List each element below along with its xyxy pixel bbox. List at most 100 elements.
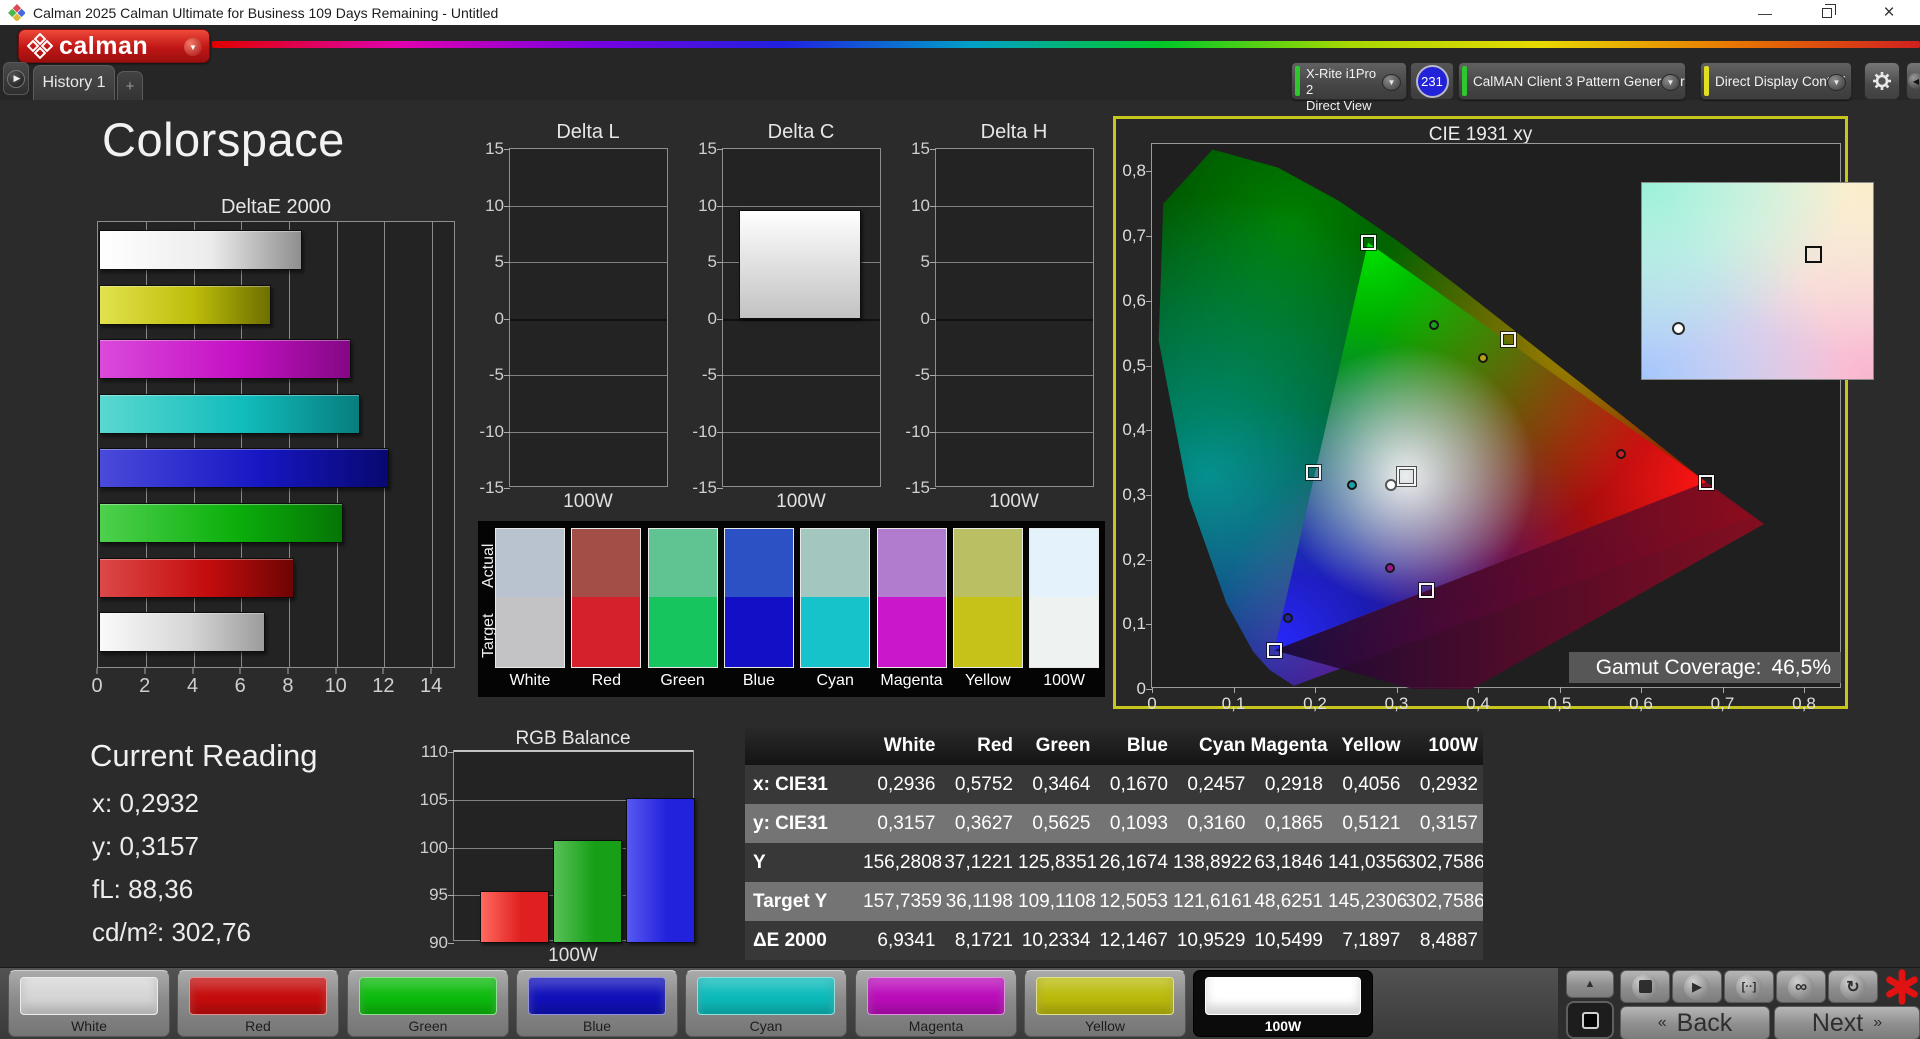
table-cell: 0,3464 xyxy=(1032,773,1091,795)
display-control-dropdown[interactable]: Direct Display Control ▼ xyxy=(1700,62,1852,100)
deltae-bar-green xyxy=(99,503,344,543)
delta-c-title: Delta C xyxy=(767,121,835,143)
table-col-green: Green xyxy=(1035,735,1091,756)
tick-mark xyxy=(1559,687,1561,693)
close-button[interactable]: × xyxy=(1858,0,1920,25)
cie-chart-plot: 0 0,1 0,2 0,3 0,4 0,5 0,6 0,7 0,8 0,8 0,7 0,6 0,5 0,4… xyxy=(1122,143,1874,713)
table-row: y: CIE31 0,3157 0,3627 0,5625 0,1093 0,3160 0,… xyxy=(745,804,1483,843)
add-tab-button[interactable]: + xyxy=(117,71,143,100)
inset-target-marker xyxy=(1805,246,1822,263)
pattern-button-magenta[interactable]: Magenta xyxy=(855,970,1017,1037)
gridline xyxy=(723,205,880,207)
table-cell: 0,3157 xyxy=(877,812,936,834)
rgb-bar-blue xyxy=(626,797,695,943)
reading-y: y: 0,3157 xyxy=(92,831,199,861)
pattern-generator-dropdown[interactable]: CalMAN Client 3 Pattern Generator ▼ xyxy=(1458,62,1686,100)
tab-overflow-button[interactable]: ▶ xyxy=(3,62,29,95)
delta-c-plot: 15 10 5 0 -5 -10 -15 xyxy=(692,139,881,497)
target-marker-yellow xyxy=(1500,331,1516,347)
table-row: x: CIE31 0,2936 0,5752 0,3464 0,1670 0,2457 0,… xyxy=(745,765,1483,804)
axis-tick-label: 10 xyxy=(698,195,717,215)
settings-button[interactable] xyxy=(1864,62,1900,100)
page-title: Colorspace xyxy=(102,113,345,166)
tick-mark xyxy=(1146,300,1152,302)
axis-tick-label: 5 xyxy=(920,252,930,271)
step-button[interactable]: [··] xyxy=(1724,970,1774,1003)
axis-tick-label: 0,1 xyxy=(1221,694,1246,713)
refresh-button[interactable]: ↻ xyxy=(1828,970,1878,1003)
calman-menu-button[interactable]: calman ▼ xyxy=(18,29,210,63)
tick-mark xyxy=(448,847,454,849)
loop-button[interactable]: ∞ xyxy=(1776,970,1826,1003)
delta-bar-100w xyxy=(739,210,861,319)
swatch-column-green: Green xyxy=(647,528,718,690)
table-cell: 36,1198 xyxy=(945,890,1013,912)
display-window-button[interactable] xyxy=(1566,1001,1614,1039)
tab-history-1[interactable]: History 1 xyxy=(33,65,115,100)
axis-tick-label: -15 xyxy=(692,478,717,497)
gridline xyxy=(510,262,667,263)
restore-button[interactable] xyxy=(1796,0,1858,25)
actual-swatch xyxy=(952,528,1023,597)
gridline xyxy=(288,222,290,667)
calman-app-window: Calman 2025 Calman Ultimate for Business… xyxy=(0,0,1920,1039)
tick-mark xyxy=(717,205,723,207)
pattern-generator-status-indicator xyxy=(1462,66,1467,96)
axis-tick-label: -5 xyxy=(914,365,930,384)
target-marker-magenta xyxy=(1419,583,1435,599)
pattern-button-cyan[interactable]: Cyan xyxy=(685,970,847,1037)
tick-mark xyxy=(504,205,510,207)
axis-tick-label: 0,5 xyxy=(1122,355,1146,375)
meter-count-button[interactable]: 231 xyxy=(1410,62,1454,100)
pattern-button-green[interactable]: Green xyxy=(347,970,509,1037)
minimize-button[interactable]: — xyxy=(1734,0,1796,25)
axis-tick-label: 0,8 xyxy=(1122,161,1146,181)
pattern-button-red[interactable]: Red xyxy=(177,970,339,1037)
inset-measured-point xyxy=(1672,322,1685,335)
table-col-red: Red xyxy=(977,735,1013,756)
table-cell: 10,5499 xyxy=(1254,929,1323,951)
pattern-button-label: Yellow xyxy=(1085,1018,1125,1034)
target-marker-red xyxy=(1698,474,1714,490)
meter-status-indicator xyxy=(1295,66,1300,96)
collapse-toolbar-button[interactable]: ◀ xyxy=(1906,62,1920,100)
axis-tick-label: 0,2 xyxy=(1303,694,1327,713)
tick-mark xyxy=(504,488,510,489)
table-cell: 0,1865 xyxy=(1264,812,1323,834)
tick-mark xyxy=(1804,687,1805,693)
target-swatch xyxy=(876,597,947,668)
axis-tick-label: 0,3 xyxy=(1122,484,1146,504)
play-button[interactable]: ▶ xyxy=(1672,970,1722,1003)
stop-button[interactable] xyxy=(1620,970,1670,1003)
axis-tick-label: 105 xyxy=(419,789,448,809)
tick-mark xyxy=(504,262,510,263)
tick-mark xyxy=(930,205,936,207)
tick-mark xyxy=(717,488,723,489)
meter-device-dropdown[interactable]: X-Rite i1Pro 2 Direct View ▼ xyxy=(1291,62,1407,113)
calman-logo-text: calman xyxy=(59,31,149,60)
tick-mark xyxy=(1722,687,1724,693)
expand-panel-button[interactable]: ▲ xyxy=(1566,970,1614,998)
next-button[interactable]: Next » xyxy=(1774,1006,1920,1039)
back-button[interactable]: « Back xyxy=(1620,1006,1770,1039)
target-swatch xyxy=(571,597,642,668)
pattern-button-white[interactable]: White xyxy=(8,970,170,1037)
table-row: ΔE 2000 6,9341 8,1721 10,2334 12,1467 10,9529… xyxy=(745,921,1483,960)
pattern-button-blue[interactable]: Blue xyxy=(516,970,678,1037)
deltae-bar-100w xyxy=(99,230,302,270)
axis-tick-label: 15 xyxy=(911,139,930,158)
pattern-button-yellow[interactable]: Yellow xyxy=(1024,970,1186,1037)
axis-tick-label: -10 xyxy=(692,421,717,441)
delta-l-title: Delta L xyxy=(556,121,620,143)
meter-count-badge: 231 xyxy=(1415,64,1449,98)
row-label: x: CIE31 xyxy=(753,773,828,795)
pattern-button-100w[interactable]: 100W xyxy=(1193,970,1373,1037)
spectracal-asterisk-icon[interactable] xyxy=(1884,968,1920,1006)
tick-mark xyxy=(930,318,936,320)
axis-tick-label: 90 xyxy=(429,933,448,952)
tick-mark xyxy=(717,318,723,320)
table-cell: 121,6161 xyxy=(1173,890,1251,912)
table-cell: 12,1467 xyxy=(1099,929,1168,951)
table-cell: 109,1108 xyxy=(1018,890,1096,912)
deltae-bar-blue xyxy=(99,448,389,489)
